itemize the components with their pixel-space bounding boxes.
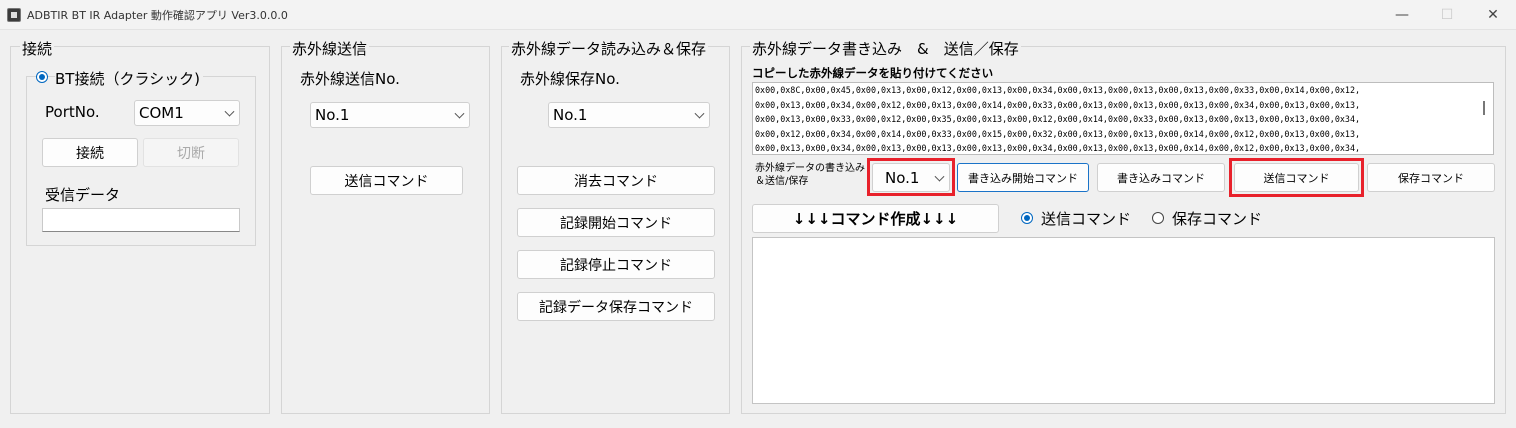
- ir-write-group-title: 赤外線データ書き込み & 送信／保存: [750, 38, 1021, 59]
- ir-send-no-label: 赤外線送信No.: [300, 70, 400, 88]
- port-label: PortNo.: [45, 103, 100, 121]
- write-start-command-button[interactable]: 書き込み開始コマンド: [957, 163, 1089, 192]
- maximize-icon[interactable]: ☐: [1437, 5, 1457, 25]
- send-command-radio[interactable]: [1021, 212, 1033, 224]
- connect-button[interactable]: 接続: [42, 138, 138, 167]
- ir-send-group-title: 赤外線送信: [290, 38, 370, 59]
- hex-line: 0x00,0x13,0x00,0x33,0x00,0x12,0x00,0x35,…: [755, 114, 1361, 124]
- app-icon: [7, 8, 21, 22]
- ir-save-no-label: 赤外線保存No.: [520, 70, 620, 88]
- ir-send-button[interactable]: 送信コマンド: [310, 166, 463, 195]
- record-start-command-button[interactable]: 記録開始コマンド: [517, 208, 715, 237]
- paste-label: コピーした赤外線データを貼り付けてください: [752, 66, 994, 80]
- write-send-save-label: 赤外線データの書き込み: [755, 163, 865, 174]
- highlight-box: [1229, 158, 1364, 197]
- ir-save-no-value: No.1: [553, 106, 588, 124]
- record-stop-command-button[interactable]: 記録停止コマンド: [517, 250, 715, 279]
- title-bar: ADBTIR BT IR Adapter 動作確認アプリ Ver3.0.0.0 …: [0, 0, 1516, 30]
- erase-command-button[interactable]: 消去コマンド: [517, 166, 715, 195]
- save-command-button[interactable]: 保存コマンド: [1367, 163, 1495, 192]
- scrollbar-thumb[interactable]: [1483, 101, 1485, 115]
- write-send-save-label-line2: ＆送信/保存: [755, 176, 809, 187]
- save-command-radio[interactable]: [1152, 212, 1164, 224]
- minimize-icon[interactable]: —: [1392, 5, 1412, 25]
- ir-save-no-select[interactable]: No.1: [548, 102, 710, 128]
- ir-read-group-title: 赤外線データ読み込み＆保存: [509, 38, 709, 59]
- hex-line: 0x00,0x12,0x00,0x34,0x00,0x14,0x00,0x33,…: [755, 128, 1361, 139]
- disconnect-button[interactable]: 切断: [143, 138, 239, 167]
- bt-classic-radio-label: BT接続（クラシック): [55, 68, 204, 89]
- highlight-box: [867, 158, 955, 196]
- connection-group-title: 接続: [20, 38, 55, 59]
- hex-line: 0x00,0x13,0x00,0x34,0x00,0x12,0x00,0x13,…: [755, 99, 1361, 110]
- port-select[interactable]: COM1: [134, 100, 240, 126]
- hex-data-input[interactable]: 0x00,0x8C,0x00,0x45,0x00,0x13,0x00,0x12,…: [752, 82, 1494, 155]
- command-output-area[interactable]: [752, 237, 1495, 404]
- record-save-command-button[interactable]: 記録データ保存コマンド: [517, 292, 715, 321]
- receive-data-label: 受信データ: [45, 186, 121, 204]
- window-title: ADBTIR BT IR Adapter 動作確認アプリ Ver3.0.0.0: [27, 9, 288, 22]
- chevron-down-icon: [454, 108, 465, 119]
- ir-send-no-value: No.1: [315, 106, 350, 124]
- receive-data-field[interactable]: [42, 208, 240, 232]
- port-select-value: COM1: [139, 104, 184, 122]
- ir-send-no-select[interactable]: No.1: [310, 102, 470, 128]
- hex-line: 0x00,0x8C,0x00,0x45,0x00,0x13,0x00,0x12,…: [755, 85, 1361, 95]
- close-icon[interactable]: ✕: [1483, 5, 1503, 25]
- hex-line: 0x00,0x13,0x00,0x34,0x00,0x13,0x00,0x13,…: [755, 143, 1361, 153]
- chevron-down-icon: [694, 108, 705, 119]
- bt-classic-radio[interactable]: [36, 71, 48, 83]
- make-command-button[interactable]: ↓↓↓コマンド作成↓↓↓: [752, 204, 999, 233]
- send-command-radio-label: 送信コマンド: [1041, 210, 1132, 228]
- write-command-button[interactable]: 書き込みコマンド: [1097, 163, 1225, 192]
- save-command-radio-label: 保存コマンド: [1172, 210, 1263, 228]
- chevron-down-icon: [224, 106, 235, 117]
